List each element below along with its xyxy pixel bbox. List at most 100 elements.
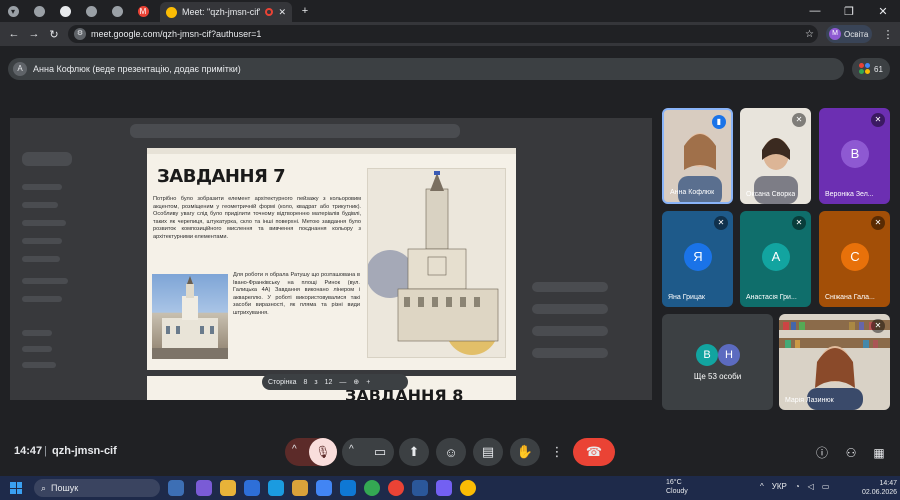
participant-tile[interactable]: ✕ Марія Лазинюк <box>779 314 890 410</box>
more-options-button[interactable]: ⋮ <box>547 438 567 466</box>
participant-tile[interactable]: ✕ Оксана Сворка <box>740 108 811 204</box>
forward-icon[interactable]: → <box>24 28 44 40</box>
present-screen-button[interactable]: ⬆ <box>399 438 429 466</box>
search-placeholder: Пошук <box>51 483 79 493</box>
activities-icon[interactable]: ▦ <box>870 444 888 462</box>
presenter-bar: A Анна Кофлюк (веде презентацію, додає п… <box>8 58 844 80</box>
town-hall-photo <box>152 274 228 359</box>
taskbar-app-icon[interactable] <box>196 480 212 496</box>
captions-button[interactable]: ▤ <box>473 438 503 466</box>
weather-widget[interactable]: 16°C Cloudy <box>666 478 688 496</box>
zoom-icon[interactable]: ⊕ <box>353 378 359 386</box>
page-separator: з <box>314 378 318 386</box>
chrome-icon[interactable] <box>460 480 476 496</box>
mic-off-icon: ✕ <box>792 113 806 127</box>
drive-file-line <box>532 326 608 336</box>
camera-options-chevron-icon[interactable]: ^ <box>349 444 354 455</box>
people-count-button[interactable]: 61 <box>852 58 890 80</box>
participant-tile[interactable]: Я ✕ Яна Грицак <box>662 211 733 307</box>
zoom-in-icon[interactable]: + <box>366 379 370 386</box>
taskbar-app-icon[interactable] <box>316 480 332 496</box>
browser-tab-gmail[interactable]: M <box>130 0 156 22</box>
participant-tile[interactable]: С ✕ Сніжана Гала... <box>819 211 890 307</box>
taskbar-app-icon[interactable] <box>244 480 260 496</box>
language-indicator[interactable]: УКР <box>772 482 787 491</box>
restore-button[interactable]: ❐ <box>832 0 866 22</box>
page-label: Сторінка <box>268 378 297 386</box>
info-icon[interactable]: ⓘ <box>813 444 831 462</box>
omnibox[interactable]: ⚙ meet.google.com/qzh-jmsn-cif?authuser=… <box>68 25 818 43</box>
slide-title: ЗАВДАННЯ 7 <box>157 166 286 187</box>
chrome-icon[interactable] <box>388 480 404 496</box>
chrome-icon[interactable] <box>364 480 380 496</box>
wifi-icon[interactable]: ◔ <box>795 482 800 491</box>
browser-tab[interactable] <box>52 0 78 22</box>
slide-paragraph-2: Для роботи я обрала Ратушу що розташован… <box>233 272 360 316</box>
mic-off-icon: ✕ <box>714 216 728 230</box>
drive-nav-line <box>22 238 62 244</box>
drive-new-button <box>22 152 72 166</box>
taskbar-clock[interactable]: 14:47 02.06.2026 <box>862 479 897 497</box>
taskbar-app-icon[interactable] <box>220 480 236 496</box>
word-icon[interactable] <box>412 480 428 496</box>
participant-name: Анастасія Гри... <box>746 294 797 301</box>
site-info-icon[interactable]: ⚙ <box>74 28 86 40</box>
people-count: 61 <box>874 64 883 74</box>
browser-tab[interactable] <box>78 0 104 22</box>
participant-tile[interactable]: ▮ Анна Кофлюк <box>662 108 733 204</box>
camera-button[interactable]: ▭ <box>366 438 394 466</box>
windows-start-icon[interactable] <box>10 482 22 494</box>
bookmark-star-icon[interactable]: ☆ <box>805 29 814 40</box>
new-tab-button[interactable]: + <box>294 0 316 22</box>
minimize-button[interactable]: — <box>798 0 832 22</box>
browser-tab[interactable] <box>104 0 130 22</box>
task-view-icon[interactable] <box>168 480 184 496</box>
raise-hand-button[interactable]: ✋ <box>510 438 540 466</box>
browser-tabstrip: ▾ M Meet: "qzh-jmsn-cif" ✕ + — ❐ ✕ <box>0 0 900 22</box>
volume-icon[interactable]: ◁ <box>808 482 814 491</box>
file-explorer-icon[interactable] <box>292 480 308 496</box>
back-icon[interactable]: ← <box>4 28 24 40</box>
gmail-icon: M <box>137 5 149 17</box>
participant-tile[interactable]: В ✕ Вероніка Зел... <box>819 108 890 204</box>
speaking-indicator-icon: ▮ <box>712 115 726 129</box>
profile-chip[interactable]: M Освіта <box>826 25 872 43</box>
taskbar-search[interactable]: ⌕ Пошук <box>34 479 160 497</box>
participant-tile[interactable]: А ✕ Анастасія Гри... <box>740 211 811 307</box>
close-tab-icon[interactable]: ✕ <box>278 7 286 18</box>
browser-tab-meet[interactable]: Meet: "qzh-jmsn-cif" ✕ <box>160 2 292 22</box>
people-icon[interactable]: ⚇ <box>842 444 860 462</box>
edge-icon[interactable] <box>268 480 284 496</box>
zoom-out-icon[interactable]: — <box>339 379 346 386</box>
participant-name: Вероніка Зел... <box>825 191 874 198</box>
menu-kebab-icon[interactable]: ⋮ <box>878 28 898 41</box>
drive-nav-line <box>22 346 52 352</box>
presenter-avatar: A <box>13 62 27 76</box>
tray-chevron-icon[interactable]: ^ <box>760 482 764 491</box>
slide-toolbar: Сторінка 8 з 12 — ⊕ + <box>262 374 408 390</box>
drive-nav-line <box>22 362 56 368</box>
emoji-button[interactable]: ☺ <box>436 438 466 466</box>
presentation-slide: ЗАВДАННЯ 7 Потрібно було зобразити елеме… <box>147 148 516 370</box>
recording-icon <box>265 8 274 16</box>
outlook-icon[interactable] <box>340 480 356 496</box>
browser-tab[interactable] <box>26 0 52 22</box>
mic-off-button[interactable]: 🎙 <box>309 438 337 466</box>
participant-avatar: В <box>841 140 869 168</box>
tab-search-icon[interactable]: ▾ <box>0 0 26 22</box>
drive-nav-line <box>22 278 68 284</box>
page-number[interactable]: 8 <box>304 379 308 386</box>
battery-icon[interactable]: ▭ <box>822 482 830 491</box>
others-tile[interactable]: В Н Ще 53 особи <box>662 314 773 410</box>
url-text: meet.google.com/qzh-jmsn-cif?authuser=1 <box>91 29 262 39</box>
drive-search-bar <box>130 124 460 138</box>
close-window-button[interactable]: ✕ <box>866 0 900 22</box>
end-call-button[interactable]: ☎ <box>573 438 615 466</box>
search-icon: ⌕ <box>41 482 47 493</box>
system-tray: ^ УКР ◔ ◁ ▭ <box>760 482 829 491</box>
viber-icon[interactable] <box>436 480 452 496</box>
mic-options-chevron-icon[interactable]: ^ <box>292 444 297 455</box>
participant-name: Анна Кофлюк <box>670 189 715 196</box>
reload-icon[interactable]: ↻ <box>44 28 64 41</box>
drive-file-line <box>532 282 608 292</box>
